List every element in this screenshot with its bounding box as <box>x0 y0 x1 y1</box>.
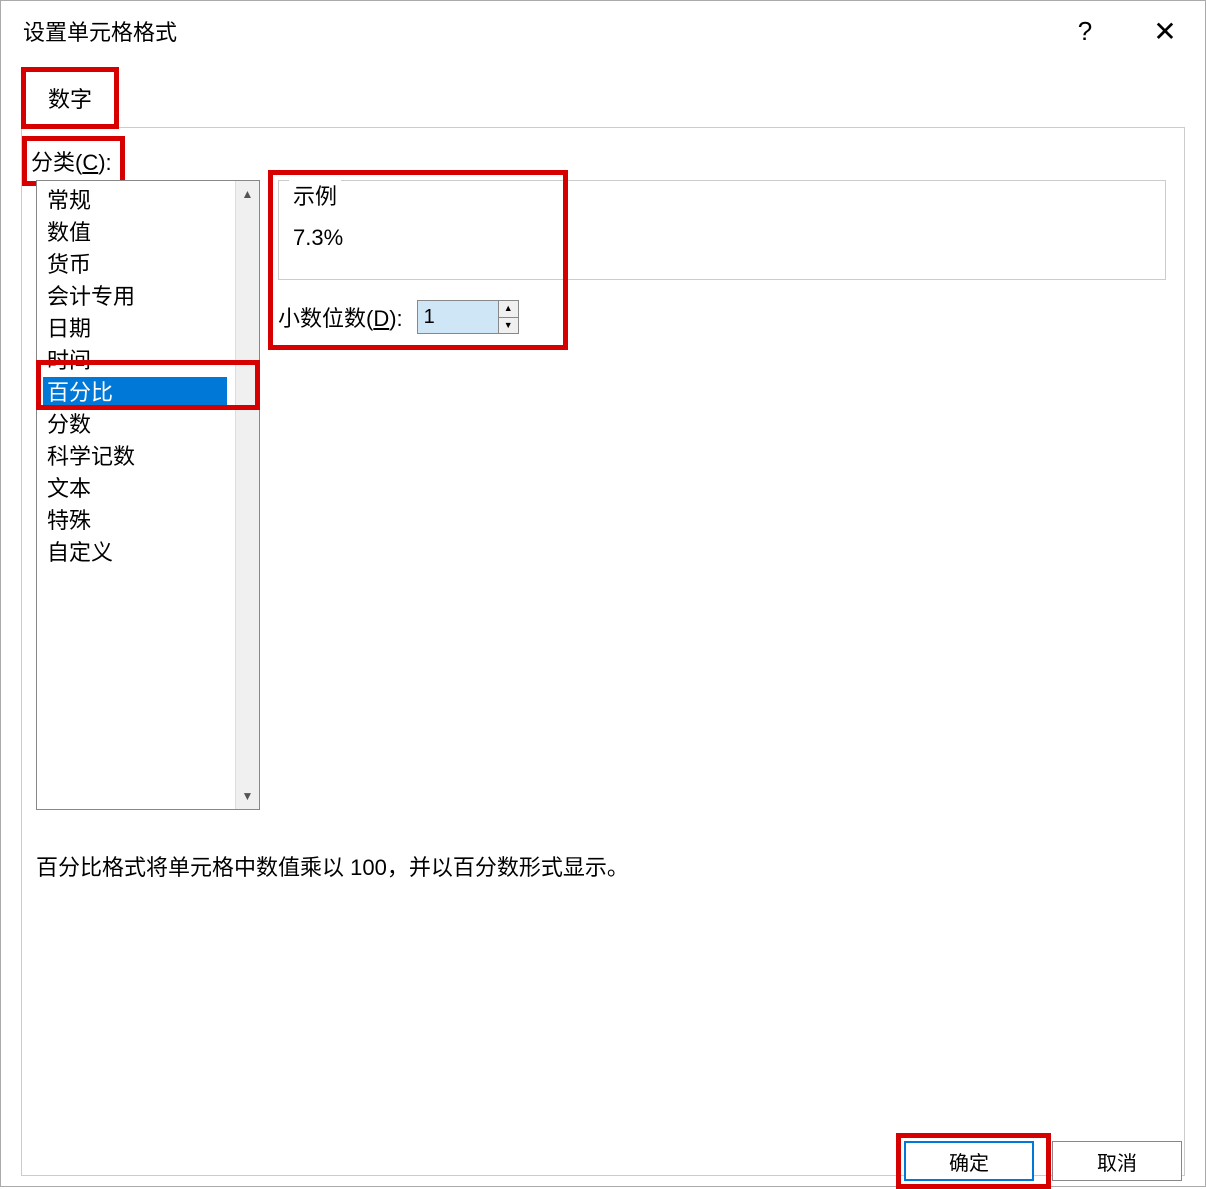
dialog-buttons: 确定 取消 <box>904 1141 1182 1181</box>
list-item[interactable]: 文本 <box>43 473 259 505</box>
list-item[interactable]: 特殊 <box>43 505 259 537</box>
decimal-label: 小数位数(D): <box>278 301 403 333</box>
decimal-input[interactable] <box>418 301 498 333</box>
sample-label: 示例 <box>289 179 341 211</box>
scroll-down-icon[interactable]: ▼ <box>242 789 254 803</box>
list-item[interactable]: 自定义 <box>43 537 259 569</box>
spinner-up-icon[interactable]: ▲ <box>499 301 518 318</box>
list-item[interactable]: 常规 <box>43 185 259 217</box>
decimal-label-prefix: 小数位数( <box>278 306 373 331</box>
dialog-title: 设置单元格格式 <box>23 15 1065 47</box>
list-item[interactable]: 数值 <box>43 217 259 249</box>
decimal-label-suffix: ): <box>389 306 402 331</box>
category-label: 分类(C): <box>22 136 125 186</box>
list-item[interactable]: 时间 <box>43 345 259 377</box>
category-label-key: C <box>82 150 98 175</box>
close-icon[interactable]: ✕ <box>1145 15 1185 48</box>
cancel-button[interactable]: 取消 <box>1052 1141 1182 1181</box>
category-label-suffix: ): <box>98 150 111 175</box>
tabs-row: 数字 <box>1 61 1205 127</box>
list-item[interactable]: 会计专用 <box>43 281 259 313</box>
format-description: 百分比格式将单元格中数值乘以 100，并以百分数形式显示。 <box>36 850 1166 882</box>
listbox-items: 常规 数值 货币 会计专用 日期 时间 百分比 分数 科学记数 文本 特殊 自定… <box>37 181 259 573</box>
sample-box: 示例 7.3% <box>278 180 1166 280</box>
decimal-label-key: D <box>373 306 389 331</box>
list-item[interactable]: 分数 <box>43 409 259 441</box>
category-listbox[interactable]: 常规 数值 货币 会计专用 日期 时间 百分比 分数 科学记数 文本 特殊 自定… <box>36 180 260 810</box>
main-area: 常规 数值 货币 会计专用 日期 时间 百分比 分数 科学记数 文本 特殊 自定… <box>22 180 1166 810</box>
titlebar-controls: ? ✕ <box>1065 15 1185 48</box>
sample-value: 7.3% <box>293 225 1151 251</box>
scroll-up-icon[interactable]: ▲ <box>242 187 254 201</box>
category-label-prefix: 分类( <box>31 150 82 175</box>
format-cells-dialog: 设置单元格格式 ? ✕ 数字 分类(C): 常规 数值 货币 会计专用 日期 <box>0 0 1206 1187</box>
scrollbar[interactable]: ▲ ▼ <box>235 181 259 809</box>
decimal-places-row: 小数位数(D): ▲ ▼ <box>278 300 1166 334</box>
tab-number[interactable]: 数字 <box>21 67 119 129</box>
list-item[interactable]: 货币 <box>43 249 259 281</box>
list-item-selected[interactable]: 百分比 <box>43 377 227 409</box>
content-frame: 分类(C): 常规 数值 货币 会计专用 日期 时间 百分比 分数 科学记数 文… <box>21 127 1185 1176</box>
spinner-buttons: ▲ ▼ <box>498 301 518 333</box>
spinner-down-icon[interactable]: ▼ <box>499 318 518 334</box>
titlebar: 设置单元格格式 ? ✕ <box>1 1 1205 61</box>
list-item[interactable]: 科学记数 <box>43 441 259 473</box>
help-icon[interactable]: ? <box>1065 16 1105 47</box>
category-listbox-wrap: 常规 数值 货币 会计专用 日期 时间 百分比 分数 科学记数 文本 特殊 自定… <box>36 180 260 810</box>
ok-button[interactable]: 确定 <box>904 1141 1034 1181</box>
list-item[interactable]: 日期 <box>43 313 259 345</box>
right-pane: 示例 7.3% 小数位数(D): ▲ ▼ <box>278 180 1166 810</box>
decimal-spinner[interactable]: ▲ ▼ <box>417 300 519 334</box>
